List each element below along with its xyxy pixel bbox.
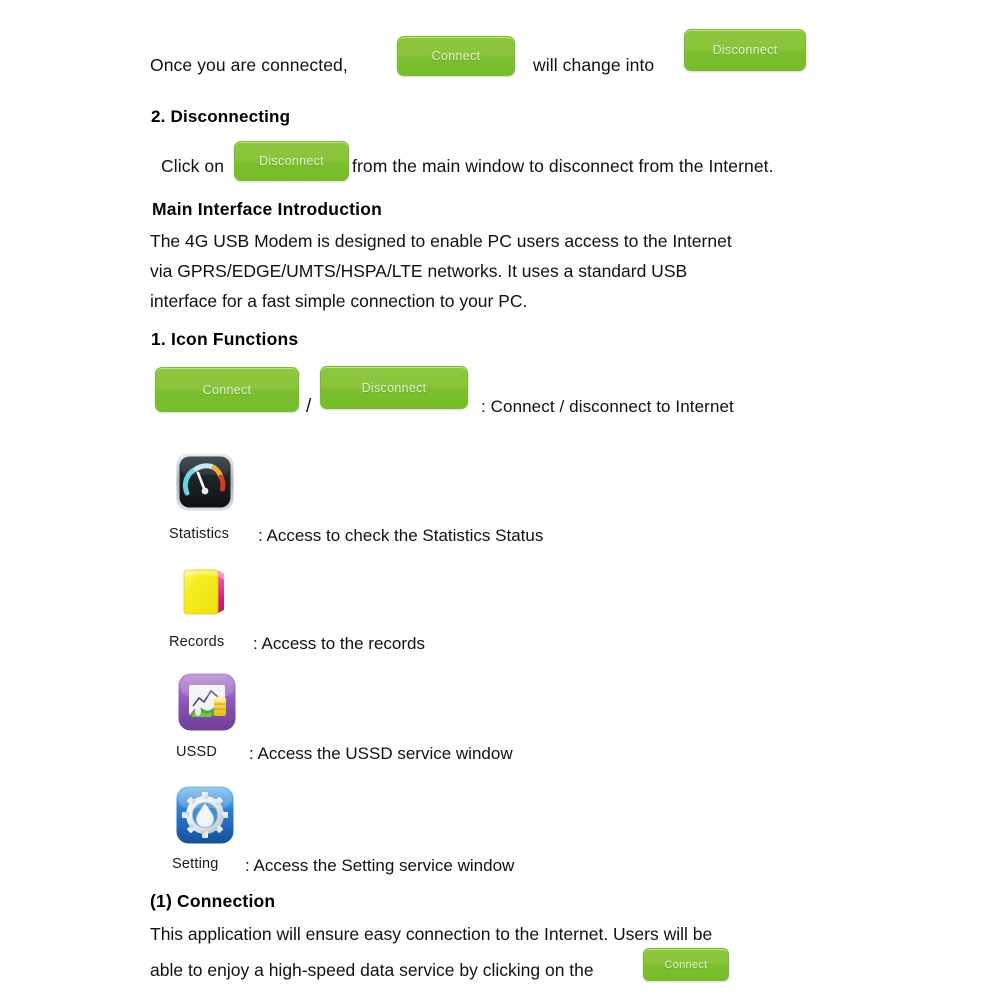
ussd-icon-label: USSD	[176, 744, 218, 760]
disconnect-button-label: Disconnect	[712, 43, 778, 57]
main-interface-paragraph-line-1: The 4G USB Modem is designed to enable P…	[150, 231, 732, 251]
disconnect-button-instruction[interactable]: Disconnect	[234, 141, 349, 181]
heading-connection: (1) Connection	[150, 891, 276, 911]
ussd-icon-glyph	[178, 673, 236, 731]
records-icon-label: Records	[169, 634, 225, 650]
heading-icon-functions: 1. Icon Functions	[151, 329, 299, 349]
heading-main-interface-introduction: Main Interface Introduction	[152, 199, 382, 219]
main-interface-paragraph-line-2: via GPRS/EDGE/UMTS/HSPA/LTE networks. It…	[150, 261, 688, 281]
setting-icon[interactable]	[176, 786, 234, 844]
statistics-icon-glyph	[176, 453, 234, 511]
connect-button-label: Connect	[202, 382, 252, 397]
disconnect-button-label: Disconnect	[259, 154, 324, 168]
button-separator: /	[306, 396, 312, 417]
connect-disconnect-description: : Connect / disconnect to Internet	[481, 397, 734, 416]
disconnect-button-label: Disconnect	[361, 380, 427, 395]
intro-line-middle-text: will change into	[533, 55, 655, 75]
setting-description: : Access the Setting service window	[245, 856, 515, 875]
ussd-description: : Access the USSD service window	[249, 744, 513, 763]
connection-paragraph-line-1: This application will ensure easy connec…	[150, 924, 713, 944]
records-icon[interactable]	[176, 562, 234, 620]
heading-disconnecting: 2. Disconnecting	[151, 107, 291, 126]
disconnect-button-icon-functions[interactable]: Disconnect	[320, 366, 468, 409]
disconnecting-click-on-text: Click on	[161, 156, 225, 176]
statistics-description: : Access to check the Statistics Status	[258, 526, 544, 545]
main-interface-paragraph-line-3: interface for a fast simple connection t…	[150, 291, 528, 311]
connect-button-label: Connect	[431, 49, 481, 63]
disconnecting-after-button-text: from the main window to disconnect from …	[352, 156, 774, 176]
connect-button-connection[interactable]: Connect	[643, 948, 729, 981]
statistics-icon-label: Statistics	[169, 526, 230, 542]
records-description: : Access to the records	[253, 634, 425, 653]
connect-button-icon-functions[interactable]: Connect	[155, 367, 299, 412]
disconnect-button-intro[interactable]: Disconnect	[684, 29, 806, 71]
statistics-icon[interactable]	[176, 453, 234, 511]
ussd-icon[interactable]	[178, 673, 236, 731]
intro-line-before-text: Once you are connected,	[150, 55, 348, 75]
document-page: Once you are connected, Connect will cha…	[0, 0, 1001, 1001]
connect-button-label: Connect	[664, 958, 708, 971]
connect-button-intro[interactable]: Connect	[397, 36, 515, 76]
records-icon-glyph	[183, 569, 224, 615]
setting-icon-label: Setting	[172, 856, 219, 872]
connection-paragraph-line-2: able to enjoy a high-speed data service …	[150, 960, 594, 980]
setting-icon-glyph	[176, 786, 234, 844]
